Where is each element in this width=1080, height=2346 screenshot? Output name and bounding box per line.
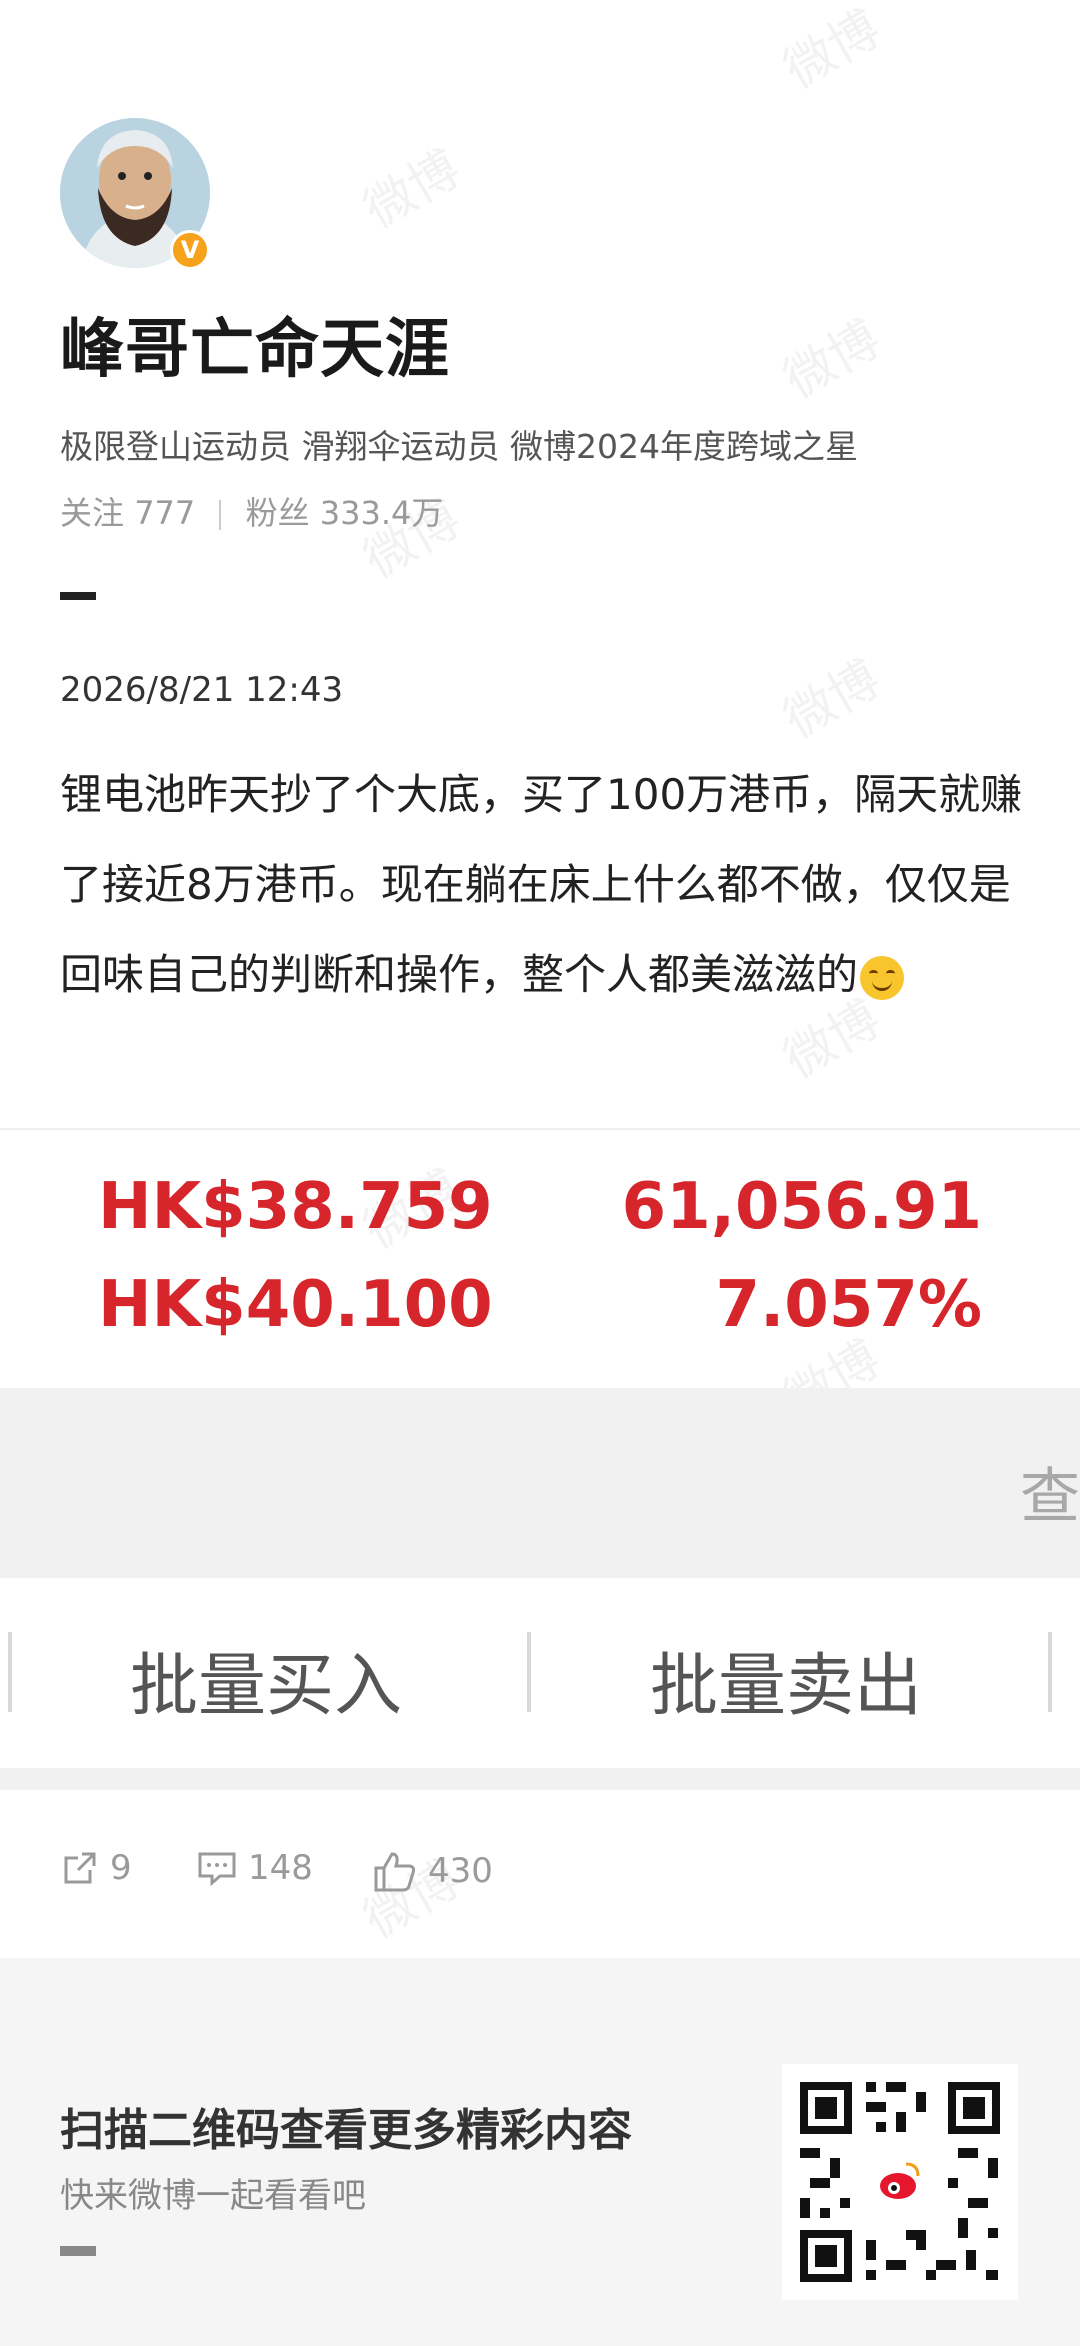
like-count: 430 bbox=[428, 1851, 493, 1891]
comment-button[interactable]: 148 bbox=[196, 1848, 313, 1888]
current-price: HK$40.100 bbox=[98, 1268, 493, 1342]
batch-sell-button[interactable]: 批量卖出 bbox=[650, 1630, 922, 1729]
post-timestamp: 2026/8/21 12:43 bbox=[60, 670, 344, 710]
button-divider bbox=[527, 1632, 531, 1712]
thumbs-up-icon bbox=[374, 1852, 416, 1892]
watermark: 微博 bbox=[774, 309, 890, 410]
footer-dash bbox=[60, 2246, 96, 2256]
section-dash bbox=[60, 592, 96, 600]
followers-count[interactable]: 333.4万 bbox=[320, 494, 444, 532]
stats-divider bbox=[219, 500, 222, 530]
repost-icon bbox=[64, 1852, 96, 1884]
footer-subtitle: 快来微博一起看看吧 bbox=[60, 2176, 366, 2216]
qr-code-icon bbox=[782, 2064, 1018, 2300]
button-divider bbox=[1048, 1632, 1052, 1712]
view-link[interactable]: 查看 bbox=[1020, 1448, 1080, 1535]
section-separator bbox=[0, 1768, 1080, 1790]
comment-icon bbox=[198, 1852, 236, 1887]
following-label[interactable]: 关注 bbox=[60, 494, 124, 532]
stock-panel-band bbox=[0, 1388, 1080, 1578]
profile-stats: 关注 777 粉丝 333.4万 bbox=[60, 488, 443, 534]
followers-label[interactable]: 粉丝 bbox=[246, 494, 310, 532]
batch-buy-button[interactable]: 批量买入 bbox=[130, 1630, 402, 1729]
like-button[interactable]: 430 bbox=[372, 1848, 493, 1894]
watermark: 微博 bbox=[774, 649, 890, 750]
profit-amount: 61,056.91 bbox=[621, 1170, 982, 1244]
qr-code[interactable] bbox=[782, 2064, 1018, 2300]
comment-count: 148 bbox=[248, 1848, 313, 1888]
verified-badge: V bbox=[170, 230, 210, 270]
profit-percent: 7.057% bbox=[715, 1268, 982, 1342]
watermark: 微博 bbox=[774, 0, 890, 100]
button-divider bbox=[8, 1632, 12, 1712]
following-count[interactable]: 777 bbox=[134, 494, 195, 532]
watermark: 微博 bbox=[354, 139, 470, 240]
cost-price: HK$38.759 bbox=[98, 1170, 493, 1244]
repost-count: 9 bbox=[110, 1848, 132, 1888]
profile-bio: 极限登山运动员 滑翔伞运动员 微博2024年度跨域之星 bbox=[60, 427, 858, 466]
profile-name[interactable]: 峰哥亡命天涯 bbox=[60, 298, 450, 390]
divider bbox=[0, 1128, 1080, 1130]
smiling-face-icon bbox=[860, 955, 905, 1000]
post-text: 锂电池昨天抄了个大底，买了100万港币，隔天就赚了接近8万港币。现在躺在床上什么… bbox=[60, 750, 1030, 1020]
footer-title: 扫描二维码查看更多精彩内容 bbox=[60, 2105, 632, 2156]
repost-button[interactable]: 9 bbox=[60, 1848, 132, 1888]
